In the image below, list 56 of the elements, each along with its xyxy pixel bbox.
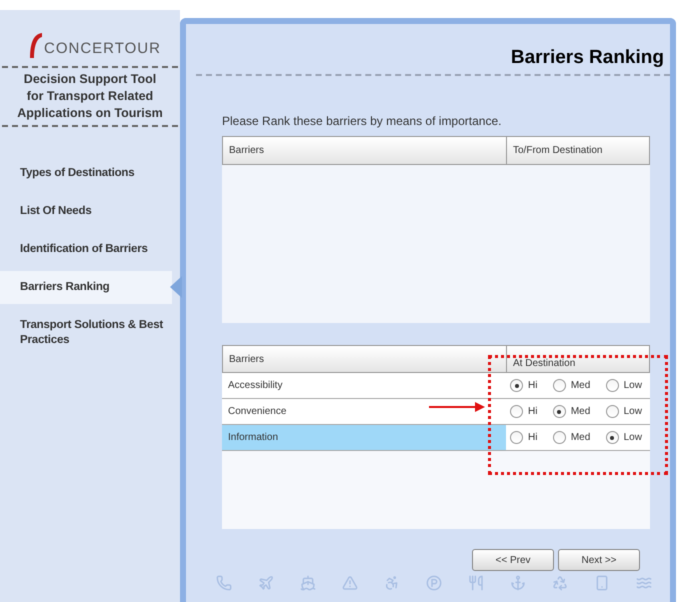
radio-button[interactable]	[606, 379, 619, 392]
radio-option[interactable]: Low	[606, 430, 642, 445]
ship-icon	[300, 575, 316, 591]
parking-icon	[426, 575, 442, 591]
phone-device-icon	[594, 575, 610, 591]
radio-label: Hi	[528, 379, 538, 393]
radio-button[interactable]	[606, 431, 619, 444]
radio-button[interactable]	[552, 379, 566, 392]
column-header: Barriers	[223, 137, 507, 164]
logo-text: CONCERTOUR	[44, 41, 161, 56]
radio-label: Hi	[528, 431, 538, 445]
pointer-icon	[170, 276, 182, 298]
radio-option[interactable]: Hi	[510, 378, 538, 393]
radio-label: Low	[624, 405, 642, 419]
plane-icon	[258, 575, 274, 591]
radio-label: Med	[570, 405, 590, 419]
radio-button[interactable]	[510, 379, 523, 392]
radio-option[interactable]: Low	[606, 404, 642, 419]
utensils-icon	[468, 575, 484, 591]
radio-option[interactable]: Low	[606, 378, 642, 393]
radio-button[interactable]	[510, 431, 523, 444]
instruction-text: Please Rank these barriers by means of importance.	[222, 113, 502, 130]
prev-button[interactable]: << Prev	[472, 549, 554, 571]
arch-logo-icon	[28, 32, 42, 58]
table-cell: Information	[222, 425, 506, 450]
nav-item[interactable]: List Of Needs	[0, 195, 172, 228]
nav-item[interactable]: Types of Destinations	[0, 157, 172, 190]
radio-label: Hi	[528, 405, 538, 419]
radio-option[interactable]: Hi	[510, 404, 538, 419]
radio-option[interactable]: Med	[552, 430, 590, 445]
radio-button[interactable]	[510, 405, 523, 418]
radio-option[interactable]: Hi	[510, 430, 538, 445]
annotation-arrow	[429, 402, 485, 412]
phone-icon	[216, 575, 232, 591]
radio-option[interactable]: Med	[552, 378, 590, 393]
radio-label: Med	[570, 379, 590, 393]
column-header: Barriers	[223, 346, 507, 372]
nav-item[interactable]: Identification of Barriers	[0, 233, 172, 266]
page-title: Barriers Ranking	[510, 46, 664, 70]
radio-label: Med	[570, 431, 590, 445]
anchor-icon	[510, 575, 526, 591]
radio-button[interactable]	[552, 431, 566, 444]
radio-label: Low	[624, 431, 642, 445]
recycle-icon	[552, 575, 568, 591]
nav-item[interactable]: Barriers Ranking	[0, 271, 172, 304]
wheelchair-icon	[384, 575, 400, 591]
warning-icon	[342, 575, 358, 591]
column-header: To/From Destination	[512, 144, 604, 158]
radio-button[interactable]	[606, 405, 619, 418]
app-subtitle: Decision Support Tool for Transport Related Applications on Tourism	[16, 71, 164, 122]
radio-option[interactable]: Med	[552, 404, 590, 419]
next-button[interactable]: Next >>	[558, 549, 640, 571]
nav-item[interactable]: Transport Solutions & Best Practices	[0, 309, 172, 357]
radio-button[interactable]	[552, 405, 566, 418]
column-header: At Destination	[512, 356, 576, 370]
radio-label: Low	[624, 379, 642, 393]
